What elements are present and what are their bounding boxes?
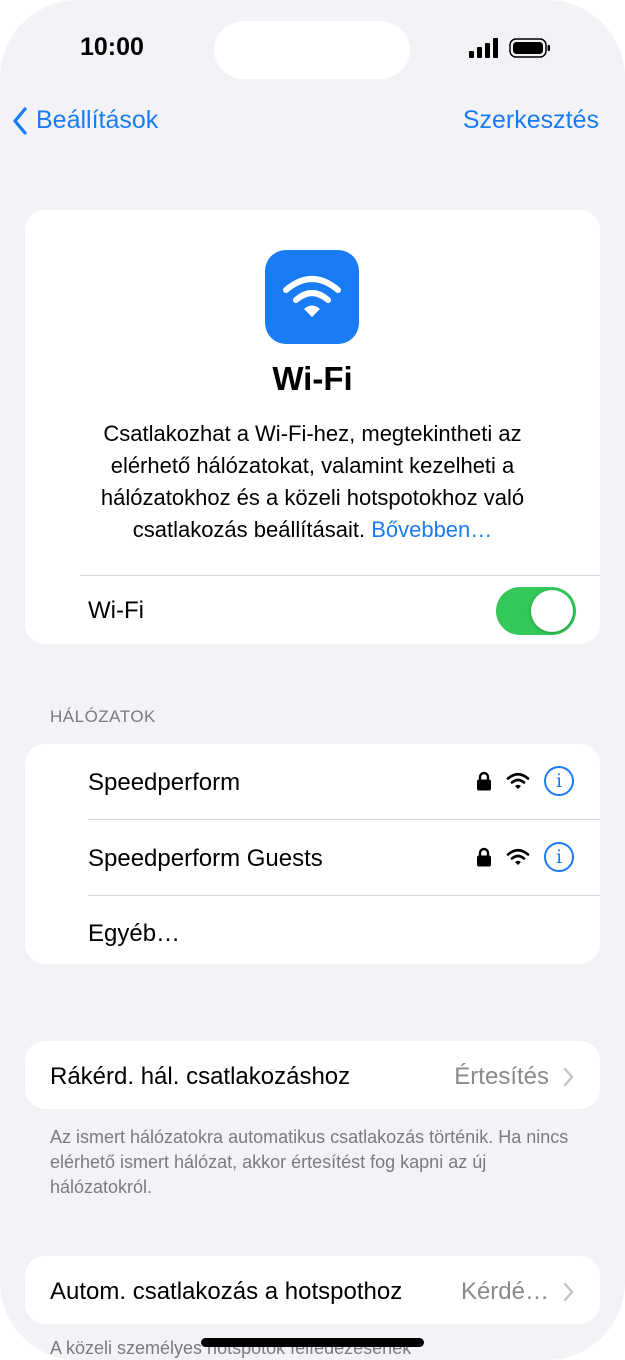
wifi-toggle[interactable] — [496, 587, 576, 635]
network-name: Speedperform Guests — [88, 845, 323, 872]
learn-more-link[interactable]: Bővebben… — [371, 517, 492, 542]
info-button[interactable]: i — [544, 842, 574, 872]
cellular-signal-icon — [469, 38, 498, 58]
back-button[interactable]: Beállítások — [12, 106, 158, 135]
battery-icon — [509, 38, 550, 58]
wifi-info-card: Wi-Fi Csatlakozhat a Wi-Fi-hez, megtekin… — [25, 210, 600, 644]
networks-section-header: HÁLÓZATOK — [50, 707, 156, 726]
wifi-signal-icon — [506, 848, 530, 865]
page-title: Wi-Fi — [272, 360, 353, 397]
ask-to-join-value-group: Értesítés — [454, 1063, 574, 1091]
ask-to-join-row[interactable]: Rákérd. hál. csatlakozáshoz Értesítés — [25, 1041, 600, 1109]
back-button-label: Beállítások — [36, 106, 159, 134]
network-status-icons: i — [476, 842, 574, 872]
status-icons — [469, 38, 551, 58]
home-indicator[interactable] — [201, 1338, 424, 1347]
lock-icon — [477, 847, 491, 867]
dynamic-island — [214, 21, 410, 79]
chevron-right-icon — [563, 1067, 574, 1087]
divider — [88, 895, 600, 896]
auto-join-hotspot-label: Autom. csatlakozás a hotspothoz — [50, 1278, 403, 1305]
chevron-left-icon — [13, 106, 27, 135]
auto-join-hotspot-value-group: Kérdé… — [461, 1278, 574, 1306]
other-network-row[interactable]: Egyéb… — [88, 920, 180, 948]
auto-join-hotspot-value: Kérdé… — [460, 1278, 549, 1305]
wifi-toggle-label: Wi-Fi — [88, 597, 144, 624]
divider — [88, 819, 600, 820]
wifi-signal-icon — [506, 772, 530, 789]
toggle-knob — [531, 590, 573, 632]
divider — [80, 575, 600, 576]
wifi-icon — [283, 276, 341, 317]
edit-button[interactable]: Szerkesztés — [463, 106, 599, 135]
chevron-right-icon — [563, 1282, 574, 1302]
ask-to-join-label: Rákérd. hál. csatlakozáshoz — [50, 1063, 351, 1090]
network-name: Speedperform — [88, 769, 241, 796]
ask-to-join-footnote: Az ismert hálózatokra automatikus csatla… — [50, 1127, 569, 1197]
wifi-description: Csatlakozhat a Wi-Fi-hez, megtekintheti … — [65, 418, 560, 546]
lock-icon — [477, 771, 491, 791]
networks-list: Speedperform i Speedperform Guests i Egy… — [25, 744, 600, 964]
network-row-speedperform-guests[interactable]: Speedperform Guests — [88, 845, 323, 873]
ask-to-join-value: Értesítés — [454, 1063, 549, 1090]
auto-join-hotspot-row[interactable]: Autom. csatlakozás a hotspothoz Kérdé… — [25, 1256, 600, 1324]
status-time: 10:00 — [80, 33, 144, 61]
wifi-app-icon — [265, 250, 359, 344]
network-status-icons: i — [476, 766, 574, 796]
info-button[interactable]: i — [544, 766, 574, 796]
network-row-speedperform[interactable]: Speedperform — [88, 769, 240, 797]
screen: 10:00 Beállítások Szerkesztés Wi-Fi Csat… — [0, 0, 625, 1360]
